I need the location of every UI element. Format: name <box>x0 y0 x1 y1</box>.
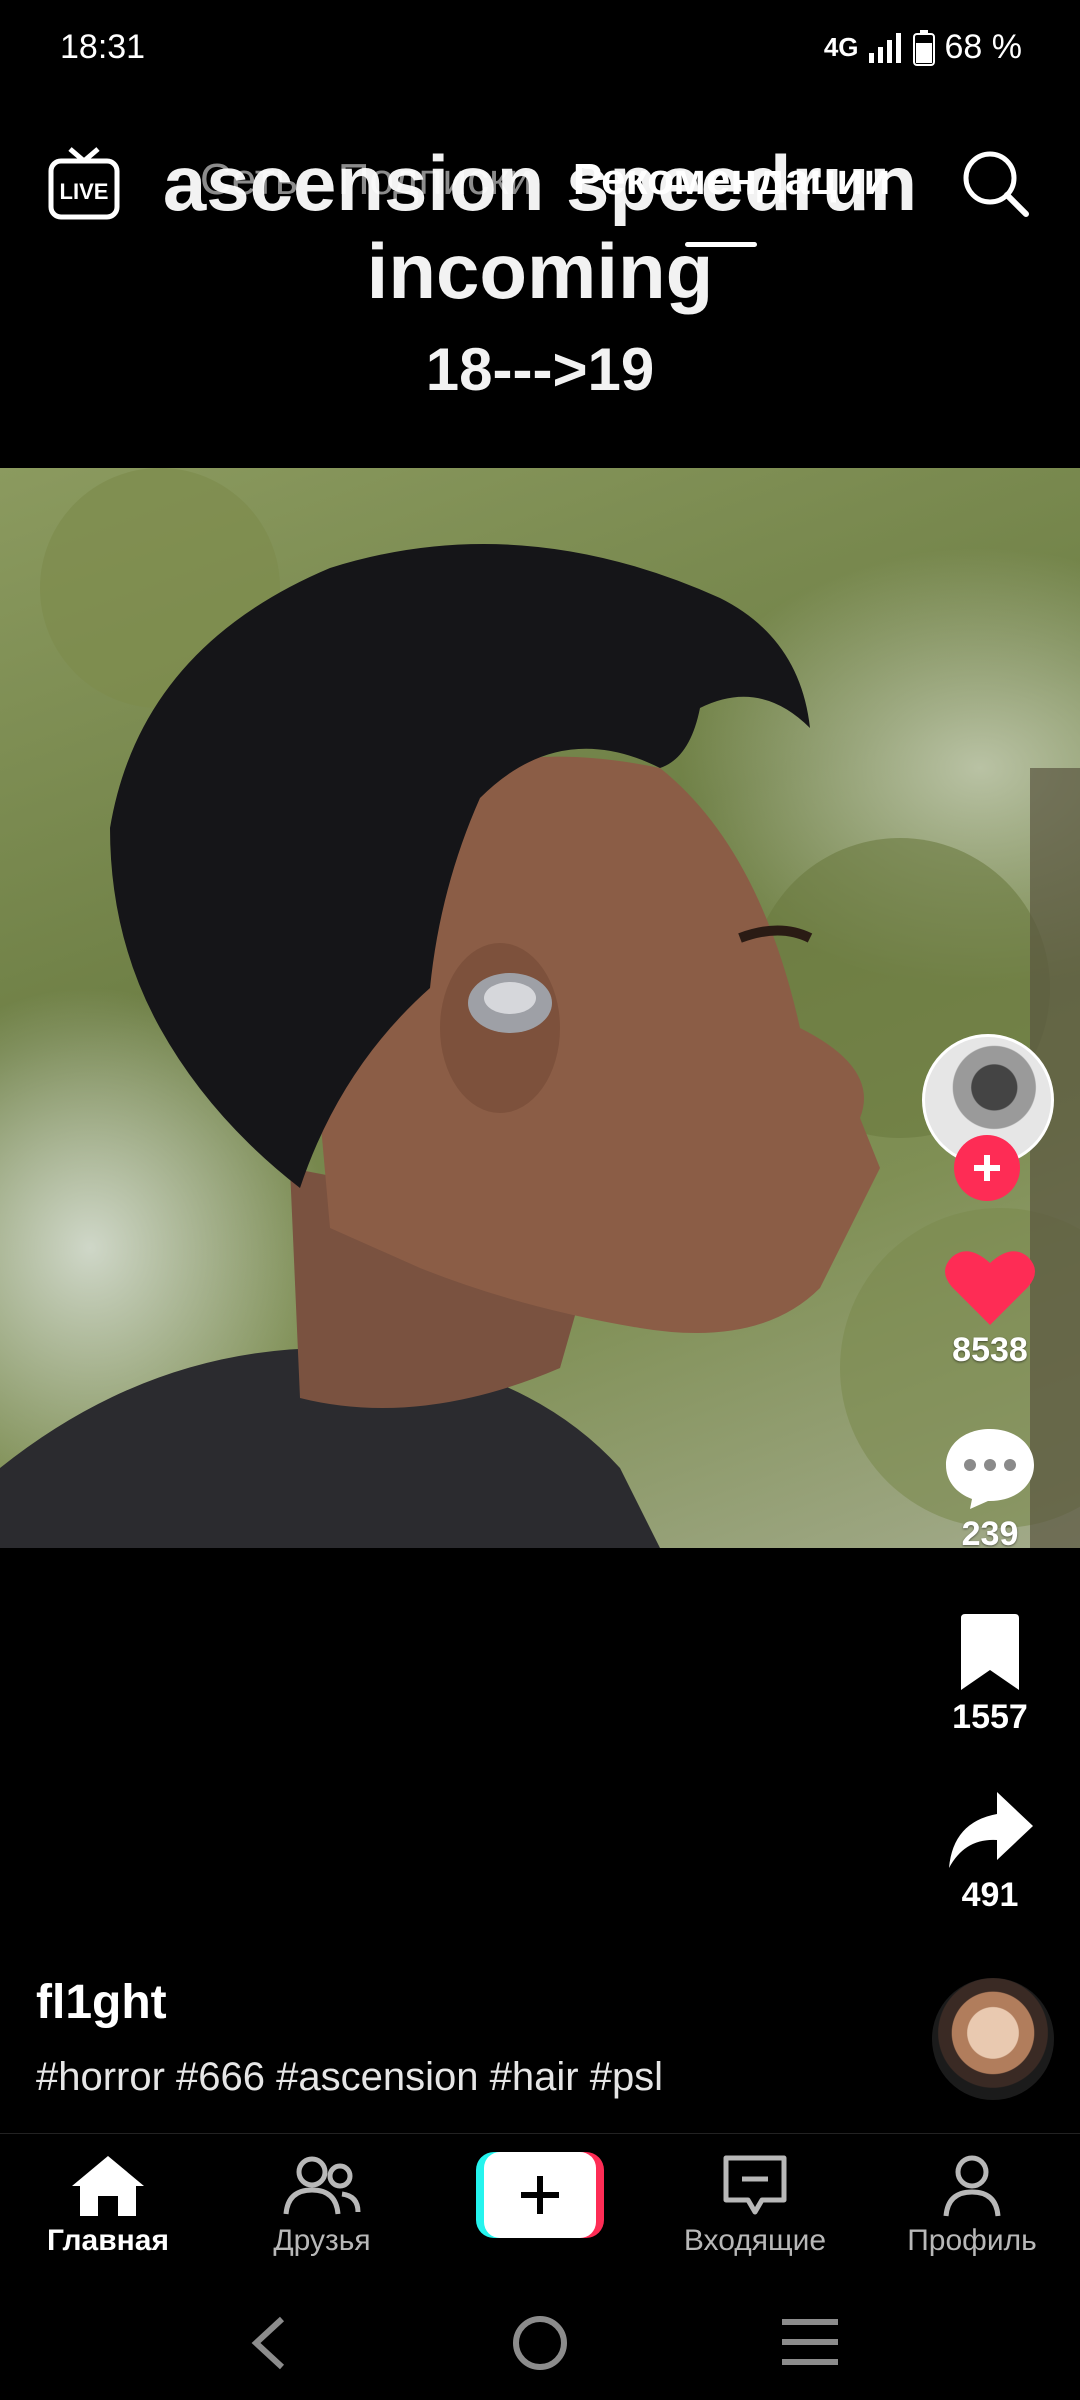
follow-button[interactable] <box>954 1135 1020 1201</box>
status-time: 18:31 <box>60 28 146 66</box>
tab-network[interactable]: Сеть <box>200 155 298 205</box>
nav-friends[interactable]: Друзья <box>222 2154 422 2258</box>
nav-home-label: Главная <box>46 2224 169 2257</box>
network-type: 4G <box>823 32 859 62</box>
active-tab-indicator <box>685 242 757 247</box>
feed-tabs: Сеть Подписки Рекомендации <box>200 155 891 205</box>
battery-icon <box>912 29 935 66</box>
nav-home[interactable]: Главная <box>8 2154 208 2258</box>
bookmark-icon <box>961 1614 1019 1690</box>
create-icon <box>476 2152 604 2238</box>
home-icon <box>72 2156 144 2216</box>
music-disc[interactable] <box>932 1978 1054 2100</box>
system-navigation <box>0 2285 1080 2400</box>
save-button[interactable]: 1557 <box>925 1612 1055 1737</box>
tab-for-you[interactable]: Рекомендации <box>573 155 891 205</box>
caption-line-2: incoming <box>366 227 714 315</box>
status-indicators: 4G 68 % <box>824 28 1022 67</box>
profile-icon <box>943 2155 1001 2217</box>
recents-icon[interactable] <box>782 2319 838 2365</box>
comment-icon <box>946 1429 1034 1509</box>
bottom-navigation: Главная Друзья Входящие Профиль <box>0 2133 1080 2274</box>
like-count: 8538 <box>952 1331 1028 1369</box>
save-count: 1557 <box>952 1698 1028 1736</box>
battery-level: 68 % <box>944 28 1023 66</box>
post-hashtags[interactable]: #horror #666 #ascension #hair #psl <box>36 2055 663 2100</box>
create-button[interactable] <box>476 2152 604 2238</box>
share-count: 491 <box>961 1876 1019 1914</box>
plus-icon <box>974 1155 1000 1181</box>
heart-icon <box>945 1251 1035 1325</box>
comment-count: 239 <box>961 1515 1019 1553</box>
home-circle-icon[interactable] <box>512 2315 568 2371</box>
back-icon[interactable] <box>248 2315 288 2371</box>
caption-line-3: 18--->19 <box>425 336 655 403</box>
search-button[interactable] <box>960 148 1030 218</box>
inbox-icon <box>723 2155 787 2215</box>
comment-button[interactable]: 239 <box>925 1425 1055 1554</box>
nav-friends-label: Друзья <box>273 2224 371 2257</box>
signal-icon <box>868 32 901 63</box>
live-button[interactable]: LIVE <box>48 145 120 223</box>
nav-inbox[interactable]: Входящие <box>655 2154 855 2258</box>
share-button[interactable]: 491 <box>925 1788 1055 1915</box>
live-icon: LIVE <box>48 147 120 220</box>
video-frame-person <box>0 468 1080 1548</box>
video-player[interactable] <box>0 468 1080 1548</box>
like-button[interactable]: 8538 <box>925 1245 1055 1370</box>
search-icon <box>963 151 1029 217</box>
nav-inbox-label: Входящие <box>683 2224 827 2257</box>
tab-following[interactable]: Подписки <box>338 155 533 205</box>
friends-icon <box>283 2156 361 2215</box>
live-label: LIVE <box>60 179 109 204</box>
share-icon <box>949 1792 1033 1868</box>
nav-profile[interactable]: Профиль <box>872 2154 1072 2258</box>
nav-profile-label: Профиль <box>907 2224 1037 2257</box>
author-name[interactable]: fl1ght <box>36 1975 167 2030</box>
